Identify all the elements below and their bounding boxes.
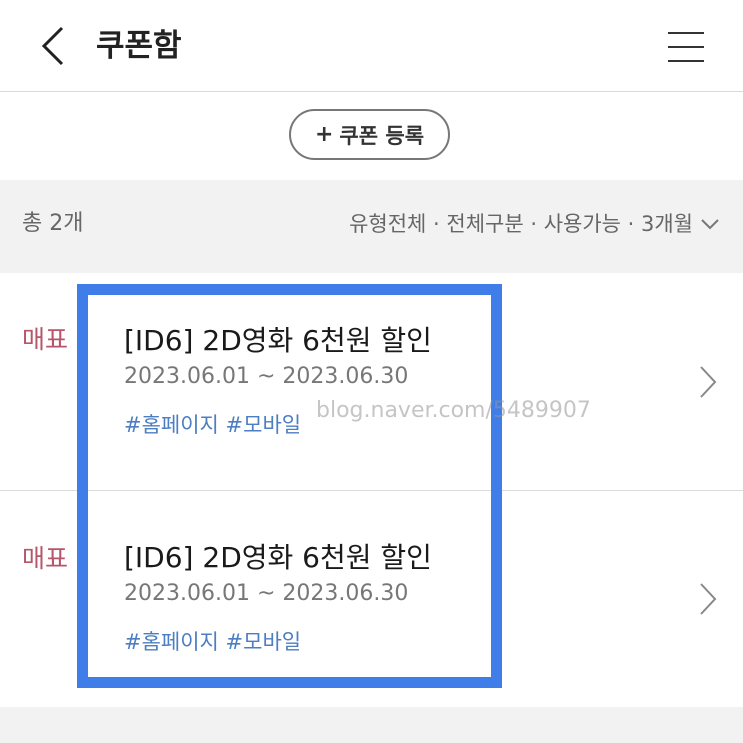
page-title: 쿠폰함: [96, 28, 182, 64]
row-divider: [0, 490, 743, 491]
coupon-title[interactable]: [ID6] 2D영화 6천원 할인: [124, 539, 432, 577]
coupon-period: 2023.06.01 ~ 2023.06.30: [124, 581, 409, 606]
register-coupon-button[interactable]: + 쿠폰 등록: [289, 109, 450, 160]
watermark: blog.naver.com/5489907: [316, 398, 591, 423]
header-divider: [0, 91, 743, 92]
chevron-right-icon[interactable]: [696, 581, 720, 617]
coupon-period: 2023.06.01 ~ 2023.06.30: [124, 364, 409, 389]
hamburger-menu-icon[interactable]: [668, 30, 710, 64]
register-coupon-label: 쿠폰 등록: [339, 123, 425, 148]
coupon-count: 총 2개: [22, 211, 84, 236]
coupon-tags: #홈페이지 #모바일: [124, 630, 302, 654]
filter-summary[interactable]: 유형전체 · 전체구분 · 사용가능 · 3개월: [349, 207, 693, 241]
chevron-right-icon[interactable]: [696, 364, 720, 400]
coupon-badge: 매표: [22, 544, 69, 573]
chevron-down-icon[interactable]: [699, 214, 721, 234]
coupon-tags: #홈페이지 #모바일: [124, 413, 302, 437]
back-arrow-icon[interactable]: [36, 24, 72, 68]
coupon-badge: 매표: [22, 325, 69, 354]
coupon-title[interactable]: [ID6] 2D영화 6천원 할인: [124, 322, 432, 360]
plus-icon: +: [314, 122, 334, 147]
bottom-bar: [0, 707, 743, 743]
